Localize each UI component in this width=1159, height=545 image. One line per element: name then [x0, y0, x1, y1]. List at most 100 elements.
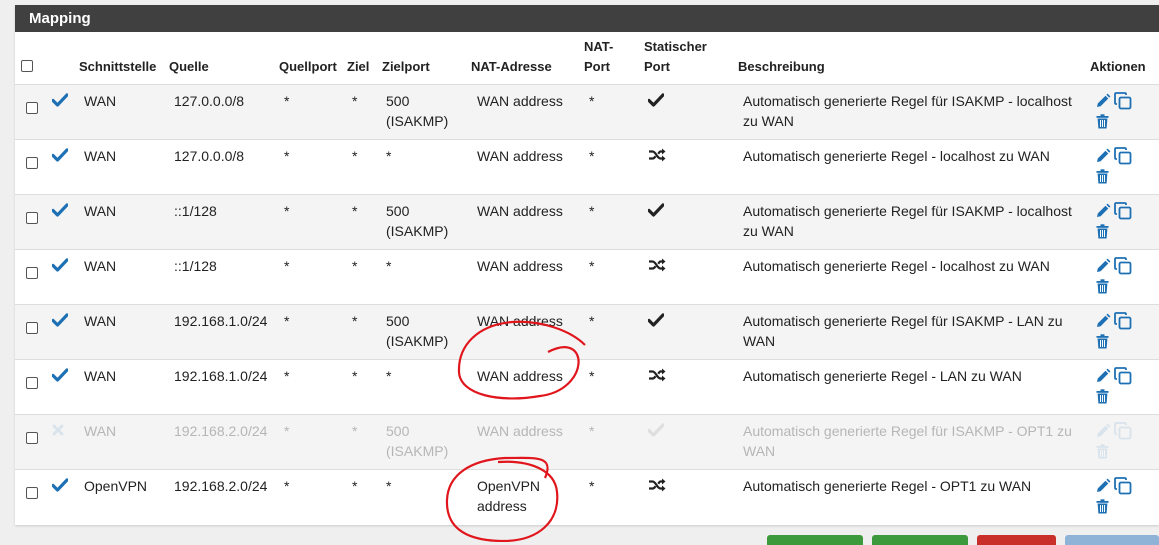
- clone-icon[interactable]: [1114, 477, 1132, 500]
- description-line2: zu WAN: [743, 223, 794, 239]
- trash-icon[interactable]: [1096, 224, 1109, 244]
- panel-title: Mapping: [15, 5, 1159, 32]
- cell-nat-port: *: [589, 478, 595, 494]
- col-schnittstelle: Schnittstelle: [79, 59, 157, 74]
- cell-source: 127.0.0.0/8: [174, 93, 245, 109]
- dest-port-value: *: [386, 258, 392, 274]
- cell-interface: WAN: [84, 368, 117, 384]
- pencil-icon[interactable]: [1095, 93, 1111, 114]
- table-row[interactable]: OpenVPN 192.168.2.0/24 * * * OpenVPN address * A…: [15, 469, 1159, 524]
- clone-icon[interactable]: [1114, 367, 1132, 390]
- cell-dest-port: 500 (ISAKMP): [386, 91, 448, 131]
- check-icon[interactable]: [51, 368, 69, 387]
- pencil-icon[interactable]: [1095, 203, 1111, 224]
- random-icon: [648, 478, 666, 497]
- row-checkbox[interactable]: [26, 432, 38, 444]
- check-icon[interactable]: [51, 313, 69, 332]
- trash-icon[interactable]: [1096, 279, 1109, 299]
- cell-nat-address: OpenVPN address: [477, 476, 540, 516]
- times-icon[interactable]: [52, 423, 64, 441]
- table-row[interactable]: WAN::1/128 * * * WAN address * Automatisch gen…: [15, 249, 1159, 304]
- table-row[interactable]: WAN::1/128 * * 500 (ISAKMP) WAN address * Autom…: [15, 194, 1159, 249]
- check-icon: [647, 313, 665, 332]
- cell-dest-port: 500 (ISAKMP): [386, 201, 448, 241]
- pencil-icon[interactable]: [1095, 368, 1111, 389]
- nat-address-line1: WAN address: [477, 93, 563, 109]
- cell-source-port: *: [284, 93, 290, 109]
- row-checkbox[interactable]: [26, 322, 38, 334]
- cell-source: 127.0.0.0/8: [174, 148, 245, 164]
- clone-icon[interactable]: [1114, 202, 1132, 225]
- clone-icon[interactable]: [1114, 92, 1132, 115]
- check-icon: [647, 203, 665, 222]
- row-checkbox[interactable]: [26, 102, 38, 114]
- description-line2: WAN: [743, 333, 776, 349]
- dest-port-value: 500: [386, 203, 410, 219]
- cell-nat-address: WAN address: [477, 311, 563, 331]
- trash-icon[interactable]: [1096, 169, 1109, 189]
- check-icon[interactable]: [51, 203, 69, 222]
- pencil-icon[interactable]: [1095, 423, 1111, 444]
- cell-source: 192.168.1.0/24: [174, 313, 268, 329]
- table-row[interactable]: WAN 192.168.1.0/24 * * 500 (ISAKMP) WAN addres…: [15, 304, 1159, 359]
- pencil-icon[interactable]: [1095, 313, 1111, 334]
- cell-dest-port: *: [386, 366, 391, 386]
- trash-icon[interactable]: [1096, 499, 1109, 519]
- trash-icon[interactable]: [1096, 114, 1109, 134]
- cell-source-port: *: [284, 368, 290, 384]
- cell-source: 192.168.2.0/24: [174, 478, 268, 494]
- cell-description: Automatisch generierte Regel - OPT1 zu W…: [743, 476, 1031, 496]
- add-bottom-button[interactable]: [872, 535, 968, 545]
- cell-source: ::1/128: [174, 258, 217, 274]
- cell-source-port: *: [284, 313, 290, 329]
- cell-dest: *: [352, 148, 358, 164]
- dest-port-value: 500: [386, 313, 410, 329]
- row-checkbox[interactable]: [26, 487, 38, 499]
- cell-interface: OpenVPN: [84, 478, 148, 494]
- cell-source: 192.168.1.0/24: [174, 368, 268, 384]
- pencil-icon[interactable]: [1095, 478, 1111, 499]
- description-line1: Automatisch generierte Regel für ISAKMP …: [743, 93, 1072, 109]
- pencil-icon[interactable]: [1095, 258, 1111, 279]
- clone-icon[interactable]: [1114, 422, 1132, 445]
- add-top-button[interactable]: [767, 535, 863, 545]
- row-checkbox[interactable]: [26, 212, 38, 224]
- cell-dest-port: *: [386, 146, 391, 166]
- table-row[interactable]: WAN 192.168.1.0/24 * * * WAN address * Automati…: [15, 359, 1159, 414]
- check-icon[interactable]: [51, 258, 69, 277]
- table-row[interactable]: WAN 127.0.0.0/8 * * 500 (ISAKMP) WAN address * A…: [15, 84, 1159, 139]
- nat-address-line1: OpenVPN: [477, 478, 541, 494]
- check-icon[interactable]: [51, 148, 69, 167]
- trash-icon[interactable]: [1096, 389, 1109, 409]
- cell-dest-port: *: [386, 256, 391, 276]
- row-checkbox[interactable]: [26, 157, 38, 169]
- pencil-icon[interactable]: [1095, 148, 1111, 169]
- cell-interface: WAN: [84, 148, 117, 164]
- table-row[interactable]: WAN 127.0.0.0/8 * * * WAN address * Automatisch…: [15, 139, 1159, 194]
- col-quelle: Quelle: [169, 59, 209, 74]
- clone-icon[interactable]: [1114, 147, 1132, 170]
- trash-icon[interactable]: [1096, 334, 1109, 354]
- trash-icon[interactable]: [1096, 444, 1109, 464]
- row-checkbox[interactable]: [26, 267, 38, 279]
- check-icon[interactable]: [51, 93, 69, 112]
- cell-interface: WAN: [84, 313, 117, 329]
- clone-icon[interactable]: [1114, 312, 1132, 335]
- clone-icon[interactable]: [1114, 257, 1132, 280]
- cell-dest-port: *: [386, 476, 391, 496]
- cell-nat-address: WAN address: [477, 366, 563, 386]
- delete-button[interactable]: [977, 535, 1056, 545]
- col-zielport: Zielport: [382, 59, 430, 74]
- select-all-checkbox[interactable]: [21, 60, 33, 72]
- save-button[interactable]: [1065, 535, 1159, 545]
- row-checkbox[interactable]: [26, 377, 38, 389]
- col-quellport: Quellport: [279, 59, 337, 74]
- table-row[interactable]: WAN 192.168.2.0/24 * * 500 (ISAKMP) WAN addres…: [15, 414, 1159, 469]
- check-icon[interactable]: [51, 478, 69, 497]
- cell-nat-port: *: [589, 313, 595, 329]
- description-line1: Automatisch generierte Regel für ISAKMP …: [743, 313, 1063, 329]
- description-line1: Automatisch generierte Regel - localhost…: [743, 258, 1050, 274]
- cell-interface: WAN: [84, 423, 117, 439]
- dest-port-label: (ISAKMP): [386, 113, 449, 129]
- col-nat-port-line2: Port: [584, 59, 610, 74]
